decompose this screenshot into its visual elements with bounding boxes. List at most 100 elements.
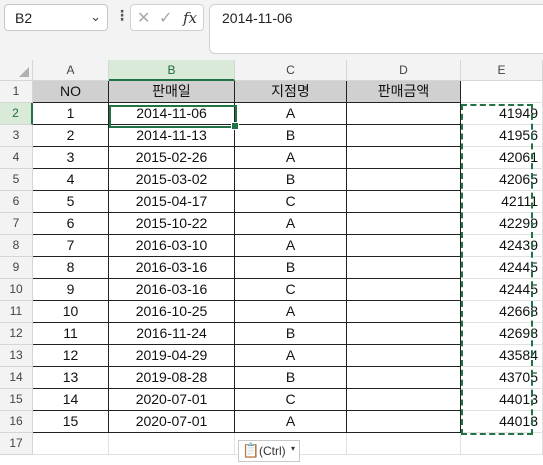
row-header-3[interactable]: 3 xyxy=(0,125,33,147)
cell-B8[interactable]: 2016-03-10 xyxy=(109,235,235,257)
cell-E17[interactable] xyxy=(461,433,543,455)
cell-D16[interactable] xyxy=(347,411,461,433)
cell-B14[interactable]: 2019-08-28 xyxy=(109,367,235,389)
cell-B2[interactable]: 2014-11-06 xyxy=(109,103,235,125)
cell-B6[interactable]: 2015-04-17 xyxy=(109,191,235,213)
chevron-down-icon[interactable]: ⌄ xyxy=(90,9,101,25)
cell-C8[interactable]: A xyxy=(235,235,347,257)
row-header-1[interactable]: 1 xyxy=(0,81,33,103)
row-header-7[interactable]: 7 xyxy=(0,213,33,235)
cell-A10[interactable]: 9 xyxy=(33,279,109,301)
cell-E5[interactable]: 42065 xyxy=(461,169,543,191)
row-header-4[interactable]: 4 xyxy=(0,147,33,169)
row-header-10[interactable]: 10 xyxy=(0,279,33,301)
cell-B17[interactable] xyxy=(109,433,235,455)
cell-A13[interactable]: 12 xyxy=(33,345,109,367)
cell-B3[interactable]: 2014-11-13 xyxy=(109,125,235,147)
cell-A1[interactable]: NO xyxy=(33,81,109,103)
cell-A12[interactable]: 11 xyxy=(33,323,109,345)
cell-E11[interactable]: 42668 xyxy=(461,301,543,323)
cell-B9[interactable]: 2016-03-16 xyxy=(109,257,235,279)
cell-D11[interactable] xyxy=(347,301,461,323)
cell-B5[interactable]: 2015-03-02 xyxy=(109,169,235,191)
cell-A5[interactable]: 4 xyxy=(33,169,109,191)
enter-icon[interactable]: ✓ xyxy=(159,8,172,28)
cell-C1[interactable]: 지점명 xyxy=(235,81,347,103)
cell-E6[interactable]: 42111 xyxy=(461,191,543,213)
cell-E1[interactable] xyxy=(461,81,543,103)
cell-B7[interactable]: 2015-10-22 xyxy=(109,213,235,235)
cell-D3[interactable] xyxy=(347,125,461,147)
cell-D10[interactable] xyxy=(347,279,461,301)
cell-B13[interactable]: 2019-04-29 xyxy=(109,345,235,367)
cell-A11[interactable]: 10 xyxy=(33,301,109,323)
cell-C13[interactable]: A xyxy=(235,345,347,367)
cell-D13[interactable] xyxy=(347,345,461,367)
row-header-11[interactable]: 11 xyxy=(0,301,33,323)
column-header-A[interactable]: A xyxy=(33,60,109,81)
cell-D14[interactable] xyxy=(347,367,461,389)
row-header-6[interactable]: 6 xyxy=(0,191,33,213)
column-header-C[interactable]: C xyxy=(235,60,347,81)
cell-D4[interactable] xyxy=(347,147,461,169)
cell-C11[interactable]: A xyxy=(235,301,347,323)
cell-B1[interactable]: 판매일 xyxy=(109,81,235,103)
row-header-13[interactable]: 13 xyxy=(0,345,33,367)
cell-A9[interactable]: 8 xyxy=(33,257,109,279)
cell-A2[interactable]: 1 xyxy=(33,103,109,125)
cell-E15[interactable]: 44013 xyxy=(461,389,543,411)
cell-A14[interactable]: 13 xyxy=(33,367,109,389)
cell-E7[interactable]: 42299 xyxy=(461,213,543,235)
column-header-D[interactable]: D xyxy=(347,60,461,81)
cell-A4[interactable]: 3 xyxy=(33,147,109,169)
row-header-8[interactable]: 8 xyxy=(0,235,33,257)
cell-C16[interactable]: A xyxy=(235,411,347,433)
cell-D5[interactable] xyxy=(347,169,461,191)
cell-C4[interactable]: A xyxy=(235,147,347,169)
cell-C14[interactable]: B xyxy=(235,367,347,389)
row-header-9[interactable]: 9 xyxy=(0,257,33,279)
spreadsheet-grid[interactable]: A B C D E 1 2 3 4 5 6 7 8 9 10 11 12 13 14 15 16 17 NO 판매일 지점명 판매… xyxy=(0,60,543,465)
cell-E14[interactable]: 43705 xyxy=(461,367,543,389)
cell-A6[interactable]: 5 xyxy=(33,191,109,213)
row-header-14[interactable]: 14 xyxy=(0,367,33,389)
cell-A15[interactable]: 14 xyxy=(33,389,109,411)
cell-C15[interactable]: C xyxy=(235,389,347,411)
cell-D9[interactable] xyxy=(347,257,461,279)
cell-D2[interactable] xyxy=(347,103,461,125)
column-header-E[interactable]: E xyxy=(461,60,543,81)
cell-C3[interactable]: B xyxy=(235,125,347,147)
cell-E2[interactable]: 41949 xyxy=(461,103,543,125)
cell-D15[interactable] xyxy=(347,389,461,411)
row-header-17[interactable]: 17 xyxy=(0,433,33,455)
more-options-icon[interactable]: ⋮ xyxy=(115,7,129,24)
cell-E9[interactable]: 42445 xyxy=(461,257,543,279)
cell-C2[interactable]: A xyxy=(235,103,347,125)
insert-function-icon[interactable]: fx xyxy=(183,9,197,27)
cell-A8[interactable]: 7 xyxy=(33,235,109,257)
cell-D8[interactable] xyxy=(347,235,461,257)
cell-A17[interactable] xyxy=(33,433,109,455)
cell-E4[interactable]: 42061 xyxy=(461,147,543,169)
cell-C6[interactable]: C xyxy=(235,191,347,213)
formula-input[interactable]: 2014-11-06 xyxy=(209,4,543,54)
row-header-15[interactable]: 15 xyxy=(0,389,33,411)
cell-E3[interactable]: 41956 xyxy=(461,125,543,147)
row-header-16[interactable]: 16 xyxy=(0,411,33,433)
cell-B16[interactable]: 2020-07-01 xyxy=(109,411,235,433)
row-header-5[interactable]: 5 xyxy=(0,169,33,191)
cell-A16[interactable]: 15 xyxy=(33,411,109,433)
row-header-2[interactable]: 2 xyxy=(0,103,33,125)
cell-E13[interactable]: 43584 xyxy=(461,345,543,367)
name-box[interactable]: B2 ⌄ xyxy=(4,4,108,31)
cell-D6[interactable] xyxy=(347,191,461,213)
cell-D7[interactable] xyxy=(347,213,461,235)
cell-D17[interactable] xyxy=(347,433,461,455)
cell-E10[interactable]: 42445 xyxy=(461,279,543,301)
cell-E8[interactable]: 42439 xyxy=(461,235,543,257)
select-all-button[interactable] xyxy=(0,60,33,81)
cell-D12[interactable] xyxy=(347,323,461,345)
cell-B15[interactable]: 2020-07-01 xyxy=(109,389,235,411)
cell-B10[interactable]: 2016-03-16 xyxy=(109,279,235,301)
cell-A7[interactable]: 6 xyxy=(33,213,109,235)
